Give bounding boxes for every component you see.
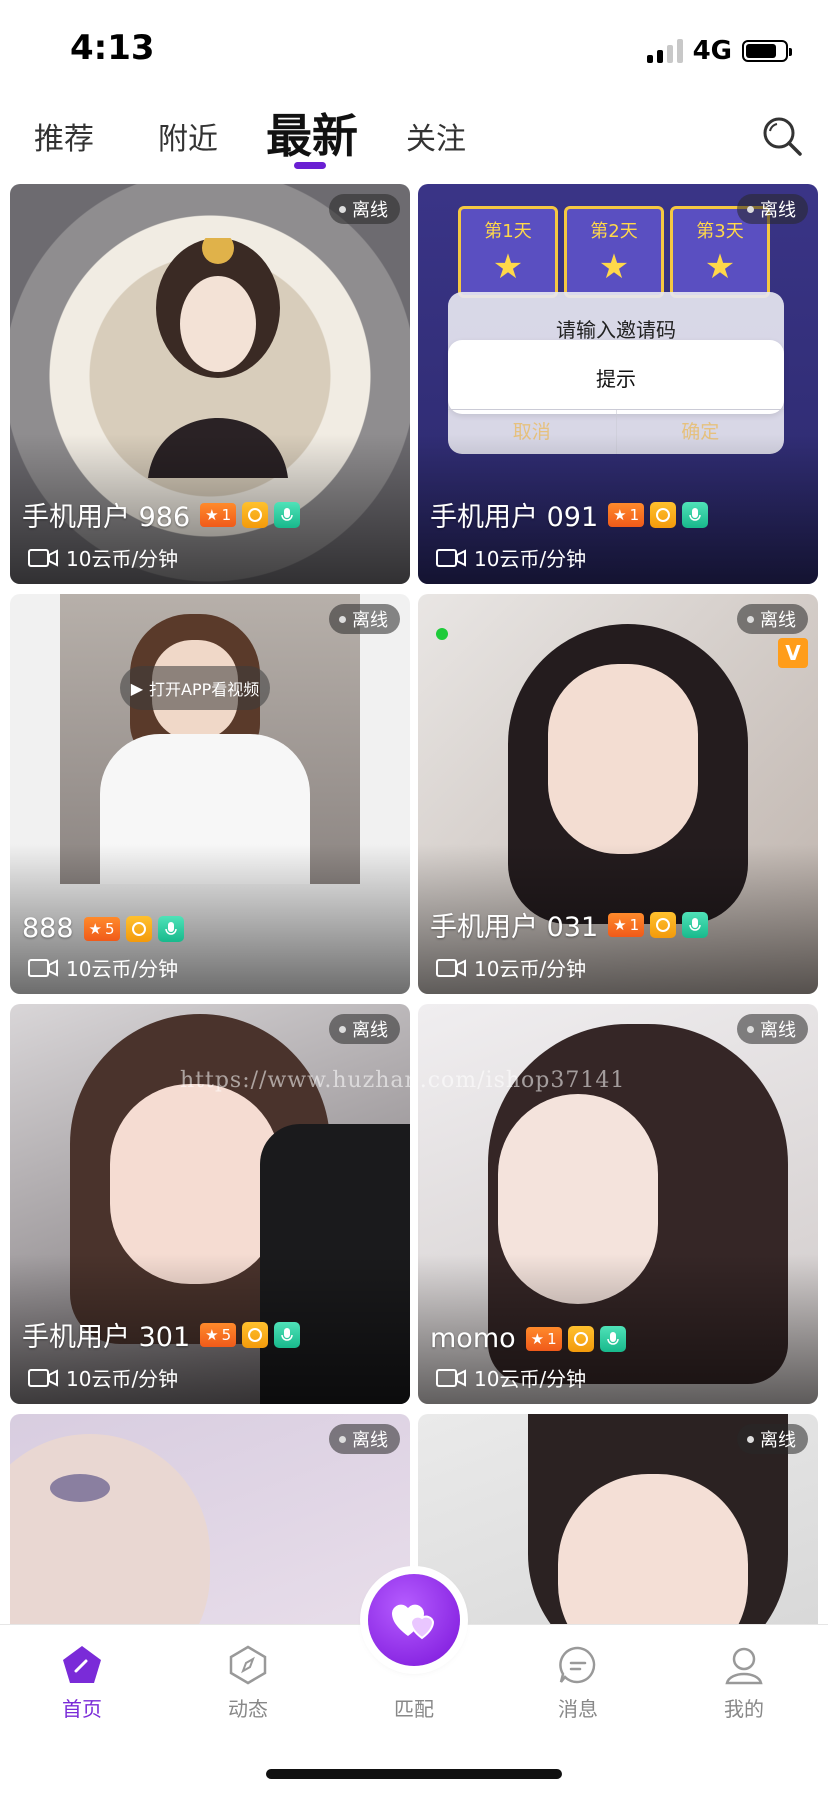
heart-match-icon [392, 1604, 435, 1640]
nav-home[interactable]: 首页 [32, 1643, 132, 1722]
status-badge: 离线 [329, 604, 400, 634]
call-price: 10云币/分钟 [66, 547, 179, 571]
tab-nearby[interactable]: 附近 [158, 114, 218, 158]
medal-icon [242, 1321, 269, 1348]
status-badge: 离线 [329, 1014, 400, 1044]
search-icon[interactable] [760, 114, 804, 158]
status-time: 4:13 [70, 28, 155, 68]
video-call-icon [436, 1368, 466, 1387]
dialog-title: 请输入邀请码 [556, 318, 676, 342]
user-card[interactable]: 第1天 ★ 第2天 ★ 第3天 ★ 请输入邀请码 提示 取消 确定 离线 手机用户 0… [418, 184, 818, 584]
online-dot [436, 628, 448, 640]
user-name: 手机用户 301 [22, 1322, 191, 1353]
play-icon: ▶ [130, 678, 144, 698]
voice-icon [274, 1321, 301, 1348]
call-price: 10云币/分钟 [66, 957, 179, 981]
status-indicators: 4G [646, 36, 792, 66]
user-card[interactable]: 离线 手机用户 301 ★ 5 10云币/分钟 [10, 1004, 410, 1404]
status-badge: 离线 [329, 194, 400, 224]
nav-profile[interactable]: 我的 [694, 1643, 794, 1722]
level-badge: ★ 1 [200, 502, 237, 527]
nav-messages[interactable]: 消息 [528, 1643, 628, 1722]
status-bar: 4:13 4G [0, 0, 828, 100]
user-card[interactable]: ▶ 打开APP看视频 离线 888 ★ 5 10云币/分钟 [10, 594, 410, 994]
nav-feed[interactable]: 动态 [198, 1643, 298, 1722]
video-call-icon [28, 548, 58, 567]
tab-recommend[interactable]: 推荐 [34, 114, 94, 158]
checkin-day: 第1天 ★ [458, 206, 558, 298]
user-card[interactable]: V 离线 手机用户 031 ★ 1 10云币/分钟 [418, 594, 818, 994]
level-badge: ★ 1 [608, 502, 645, 527]
call-price: 10云币/分钟 [474, 1367, 587, 1391]
vip-badge: V [778, 638, 808, 668]
video-call-icon [28, 1368, 58, 1387]
user-name: 手机用户 091 [430, 502, 599, 533]
user-name: 888 [22, 913, 74, 944]
voice-icon [682, 501, 709, 528]
level-badge: ★ 5 [200, 1322, 237, 1347]
user-name: 手机用户 986 [22, 502, 191, 533]
voice-icon [599, 1325, 626, 1352]
video-thumbnail [60, 594, 360, 884]
status-badge: 离线 [737, 194, 808, 224]
call-price: 10云币/分钟 [474, 547, 587, 571]
level-badge: ★ 5 [83, 916, 120, 941]
watermark: https://www.huzhan.com/ishop37141 [180, 1068, 626, 1093]
user-grid: 离线 手机用户 986 ★ 1 10云币/分钟 第1天 ★ 第2天 ★ 第3天 ★ 请输… [0, 184, 828, 1624]
voice-icon [274, 501, 301, 528]
voice-icon [157, 915, 184, 942]
medal-icon [567, 1325, 594, 1352]
invite-code-dialog: 请输入邀请码 提示 取消 确定 [448, 292, 784, 454]
user-card[interactable]: 离线 [418, 1414, 818, 1624]
video-call-icon [436, 958, 466, 977]
call-price: 10云币/分钟 [66, 1367, 179, 1391]
medal-icon [650, 501, 677, 528]
nav-match[interactable]: 匹配 [364, 1687, 464, 1722]
compass-icon [229, 1645, 267, 1685]
tab-latest[interactable]: 最新 [266, 100, 358, 166]
signal-icon [646, 39, 683, 63]
network-type: 4G [692, 36, 732, 66]
level-badge: ★ 1 [525, 1326, 562, 1351]
top-tabs: 推荐 附近 最新 关注 [0, 100, 828, 180]
tab-following[interactable]: 关注 [406, 114, 466, 158]
user-card[interactable]: 离线 momo ★ 1 10云币/分钟 [418, 1004, 818, 1404]
status-badge: 离线 [737, 1424, 808, 1454]
video-call-icon [28, 958, 58, 977]
dialog-prompt: 提示 [448, 340, 784, 414]
medal-icon [242, 501, 269, 528]
status-badge: 离线 [737, 1014, 808, 1044]
medal-icon [650, 911, 677, 938]
user-name: 手机用户 031 [430, 912, 599, 943]
tab-indicator [294, 162, 326, 169]
user-name: momo [430, 1323, 516, 1354]
home-indicator [266, 1769, 562, 1779]
status-badge: 离线 [329, 1424, 400, 1454]
voice-icon [682, 911, 709, 938]
checkin-day: 第2天 ★ [564, 206, 664, 298]
medal-icon [125, 915, 152, 942]
battery-icon [742, 40, 792, 62]
open-app-video-button[interactable]: ▶ 打开APP看视频 [120, 666, 270, 710]
user-card[interactable]: 离线 [10, 1414, 410, 1624]
status-badge: 离线 [737, 604, 808, 634]
match-button[interactable] [368, 1574, 460, 1666]
chat-icon [559, 1646, 596, 1684]
user-card[interactable]: 离线 手机用户 986 ★ 1 10云币/分钟 [10, 184, 410, 584]
home-icon [63, 1646, 101, 1683]
level-badge: ★ 1 [608, 912, 645, 937]
video-call-icon [436, 548, 466, 567]
profile-icon [725, 1647, 763, 1685]
call-price: 10云币/分钟 [474, 957, 587, 981]
